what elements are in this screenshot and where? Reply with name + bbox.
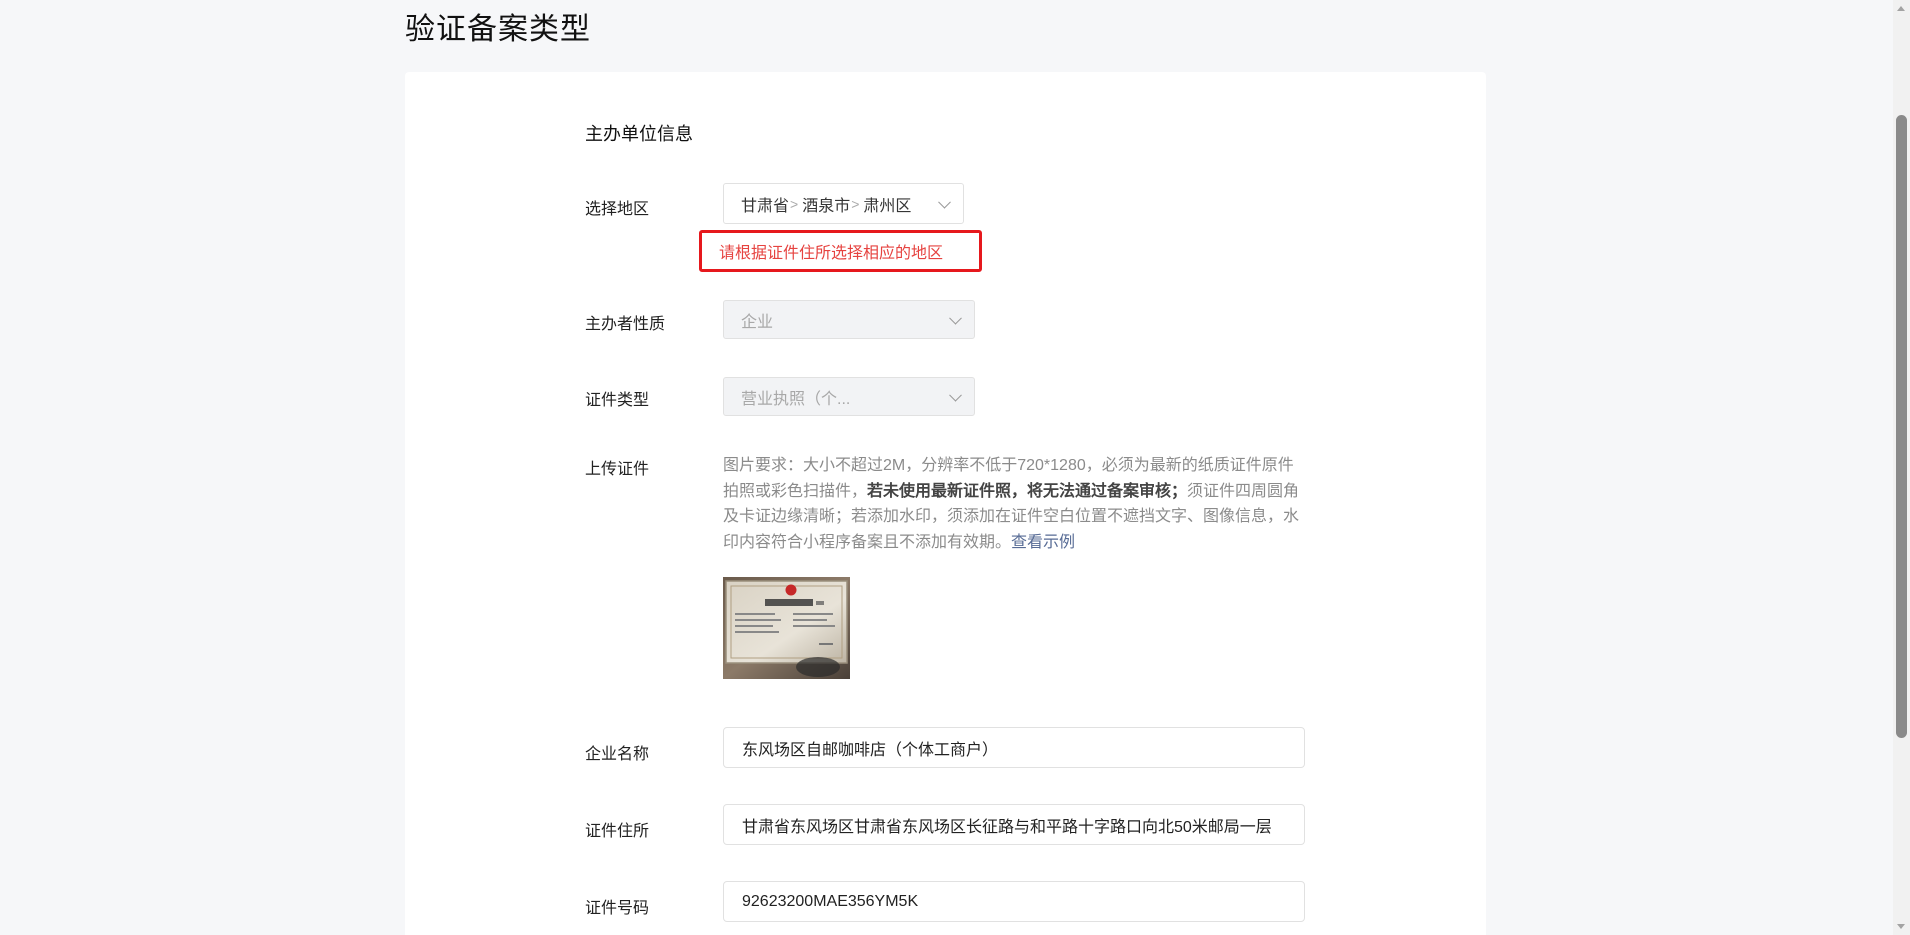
scroll-up-icon[interactable] xyxy=(1897,6,1905,11)
cert-number-label: 证件号码 xyxy=(585,900,650,917)
district-text: 肃州区 xyxy=(863,197,912,215)
company-name-label: 企业名称 xyxy=(585,746,650,763)
upload-requirements: 图片要求：大小不超过2M，分辨率不低于720*1280，必须为最新的纸质证件原件… xyxy=(723,453,1303,555)
uploaded-cert-thumbnail[interactable] xyxy=(723,577,850,679)
scroll-down-icon[interactable] xyxy=(1897,924,1905,929)
chevron-down-icon xyxy=(949,388,962,402)
region-hint: 请根据证件住所选择相应的地区 xyxy=(699,230,982,272)
upload-desc-warning: 若未使用最新证件照，将无法通过备案审核； xyxy=(867,482,1188,500)
cert-address-label: 证件住所 xyxy=(585,823,650,840)
organizer-type-value: 企业 xyxy=(741,313,774,331)
license-photo-icon xyxy=(723,577,850,679)
separator-icon: > xyxy=(790,195,799,212)
scrollbar-thumb[interactable] xyxy=(1896,115,1907,738)
cert-number-input[interactable]: 92623200MAE356YM5K xyxy=(723,881,1305,922)
cert-type-label: 证件类型 xyxy=(585,392,650,409)
page: 验证备案类型 主办单位信息 选择地区 甘肃省 > 酒泉市 > 肃州区 请根据证件… xyxy=(0,0,1910,935)
company-name-input[interactable]: 东风场区自邮咖啡店（个体工商户） xyxy=(723,727,1305,768)
province-text: 甘肃省 xyxy=(741,197,790,215)
form-card: 主办单位信息 选择地区 甘肃省 > 酒泉市 > 肃州区 请根据证件住所选择相应的… xyxy=(405,72,1486,935)
organizer-type-label: 主办者性质 xyxy=(585,316,666,333)
chevron-down-icon xyxy=(938,195,951,209)
cert-address-input[interactable]: 甘肃省东风场区甘肃省东风场区长征路与和平路十字路口向北50米邮局一层 xyxy=(723,804,1305,845)
region-select[interactable]: 甘肃省 > 酒泉市 > 肃州区 xyxy=(723,183,964,224)
cert-type-select[interactable]: 营业执照（个... xyxy=(723,377,975,416)
section-title: 主办单位信息 xyxy=(585,124,693,144)
region-label: 选择地区 xyxy=(585,201,650,218)
city-text: 酒泉市 xyxy=(802,197,851,215)
cert-type-value: 营业执照（个... xyxy=(741,390,851,408)
view-example-link[interactable]: 查看示例 xyxy=(1011,534,1075,551)
separator-icon: > xyxy=(851,195,860,212)
chevron-down-icon xyxy=(949,311,962,325)
upload-label: 上传证件 xyxy=(585,461,650,478)
page-title: 验证备案类型 xyxy=(405,13,591,46)
vertical-scrollbar[interactable] xyxy=(1893,0,1910,935)
organizer-type-select[interactable]: 企业 xyxy=(723,300,975,339)
